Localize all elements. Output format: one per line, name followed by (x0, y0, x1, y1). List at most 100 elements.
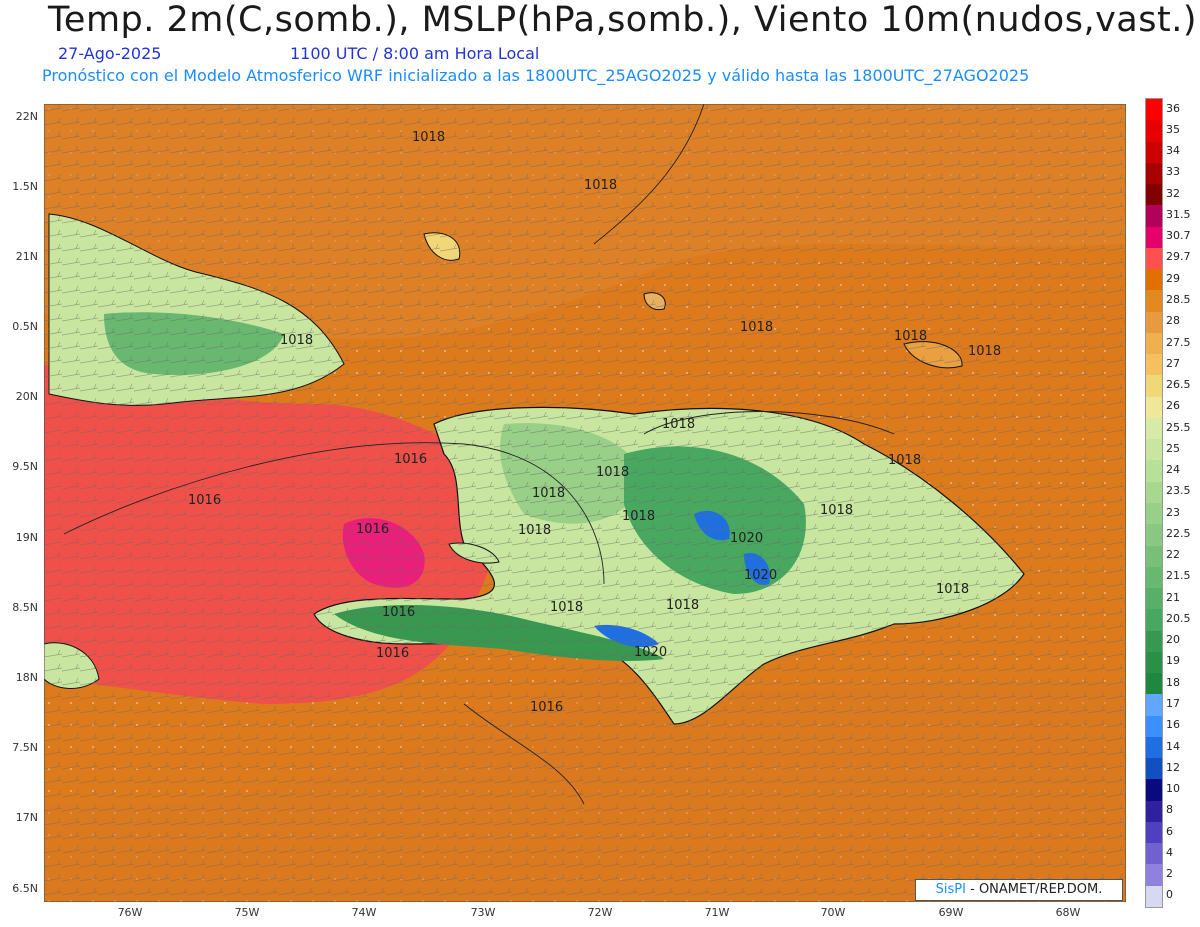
colorbar-label: 24 (1166, 463, 1180, 477)
colorbar-swatch (1146, 779, 1162, 802)
colorbar-swatch (1146, 630, 1162, 653)
lat-label: 20N (15, 390, 38, 403)
colorbar-label: 2 (1166, 867, 1173, 881)
isobar-label: 1016 (382, 605, 415, 620)
colorbar-swatch (1146, 141, 1162, 164)
weather-map[interactable]: 1018 1018 1018 1018 1018 1018 1018 1016 … (44, 104, 1126, 902)
colorbar-label: 26.5 (1166, 378, 1191, 392)
forecast-time: 1100 UTC / 8:00 am Hora Local (290, 44, 540, 63)
colorbar-label: 26 (1166, 399, 1180, 413)
lat-label: 1.5N (12, 180, 38, 193)
lon-label: 72W (587, 906, 613, 919)
colorbar-swatch (1146, 184, 1162, 206)
colorbar-swatch (1146, 843, 1162, 865)
colorbar-swatch (1146, 120, 1162, 142)
colorbar-label: 31.5 (1166, 207, 1191, 221)
lon-label: 73W (470, 906, 496, 919)
colorbar-label: 20 (1166, 633, 1180, 647)
lat-label: 17N (15, 811, 38, 824)
colorbar-swatch (1146, 269, 1162, 291)
isobar-label: 1020 (730, 531, 763, 546)
isobar-label: 1020 (744, 568, 777, 583)
credit-brand: SisPI (935, 882, 966, 897)
colorbar-label: 21 (1166, 590, 1180, 604)
isobar-label: 1018 (518, 523, 551, 538)
colorbar-swatch (1146, 503, 1162, 525)
lon-label: 74W (351, 906, 377, 919)
colorbar-label: 23 (1166, 505, 1180, 519)
colorbar-swatch (1146, 396, 1162, 419)
colorbar-label: 27.5 (1166, 335, 1191, 349)
isobar-label: 1018 (740, 320, 773, 335)
lon-label: 71W (704, 906, 730, 919)
colorbar-swatch (1146, 715, 1162, 738)
colorbar-label: 18 (1166, 675, 1180, 689)
colorbar-label: 0 (1166, 888, 1173, 902)
isobar-label: 1018 (936, 582, 969, 597)
lon-label: 70W (820, 906, 846, 919)
isobar-label: 1018 (550, 600, 583, 615)
colorbar-swatch (1146, 99, 1162, 121)
isobar-label: 1018 (662, 417, 695, 432)
lat-label: 6.5N (12, 882, 38, 895)
colorbar-swatch (1146, 205, 1162, 228)
isobar-label: 1018 (596, 465, 629, 480)
isobar-label: 1016 (394, 452, 427, 467)
isobar-label: 1016 (530, 700, 563, 715)
isobar-label: 1018 (968, 344, 1001, 359)
colorbar-label: 10 (1166, 782, 1180, 796)
isobar-label: 1016 (376, 646, 409, 661)
colorbar-swatch (1146, 609, 1162, 632)
lat-label: 19N (15, 531, 38, 544)
forecast-date: 27-Ago-2025 (58, 44, 162, 63)
colorbar-label: 28.5 (1166, 293, 1191, 306)
colorbar-label: 35 (1166, 122, 1180, 136)
colorbar-swatch (1146, 162, 1162, 185)
isobar-label: 1018 (412, 130, 445, 145)
credit-box: SisPI - ONAMET/REP.DOM. (915, 879, 1123, 901)
isobar-label: 1018 (532, 486, 565, 501)
colorbar-swatch (1146, 588, 1162, 610)
colorbar-label: 16 (1166, 718, 1180, 732)
colorbar-swatch (1146, 417, 1162, 440)
model-info: Pronóstico con el Modelo Atmosferico WRF… (42, 66, 1030, 85)
colorbar-swatch (1146, 694, 1162, 717)
isobar-label: 1018 (666, 598, 699, 613)
isobar-label: 1020 (634, 645, 667, 660)
lat-label: 7.5N (12, 741, 38, 754)
isobar-label: 1016 (188, 493, 221, 508)
colorbar-label: 20.5 (1166, 611, 1191, 625)
colorbar-label: 25 (1166, 441, 1180, 455)
colorbar-swatch (1146, 311, 1162, 334)
colorbar-swatch (1146, 375, 1162, 398)
lon-label: 68W (1055, 906, 1081, 919)
colorbar-label: 29.7 (1166, 250, 1191, 264)
colorbar-label: 34 (1166, 144, 1180, 158)
colorbar-label: 32 (1166, 186, 1180, 200)
isobar-label: 1016 (356, 522, 389, 537)
colorbar-label: 8 (1166, 803, 1173, 817)
colorbar-swatch (1146, 864, 1162, 887)
colorbar-swatch (1146, 524, 1162, 546)
colorbar-swatch (1146, 821, 1162, 844)
lon-label: 69W (938, 906, 964, 919)
colorbar-swatch (1146, 354, 1162, 376)
colorbar-swatch (1146, 545, 1162, 568)
colorbar-label: 30.7 (1166, 229, 1191, 243)
colorbar-label: 17 (1166, 697, 1180, 710)
colorbar-label: 27 (1166, 356, 1180, 370)
lat-label: 21N (15, 250, 38, 263)
isobar-label: 1018 (820, 503, 853, 518)
colorbar-label: 6 (1166, 824, 1173, 838)
colorbar-label: 23.5 (1166, 484, 1191, 498)
colorbar-label: 25.5 (1166, 420, 1191, 434)
lon-label: 76W (117, 906, 143, 919)
isobar-label: 1018 (894, 329, 927, 344)
colorbar-swatch (1146, 673, 1162, 695)
colorbar-swatch (1146, 481, 1162, 504)
colorbar-label: 21.5 (1166, 569, 1191, 583)
colorbar-swatch (1146, 226, 1162, 249)
colorbar-label: 22.5 (1166, 526, 1191, 540)
colorbar-swatch (1146, 800, 1162, 823)
colorbar-swatch (1146, 332, 1162, 355)
